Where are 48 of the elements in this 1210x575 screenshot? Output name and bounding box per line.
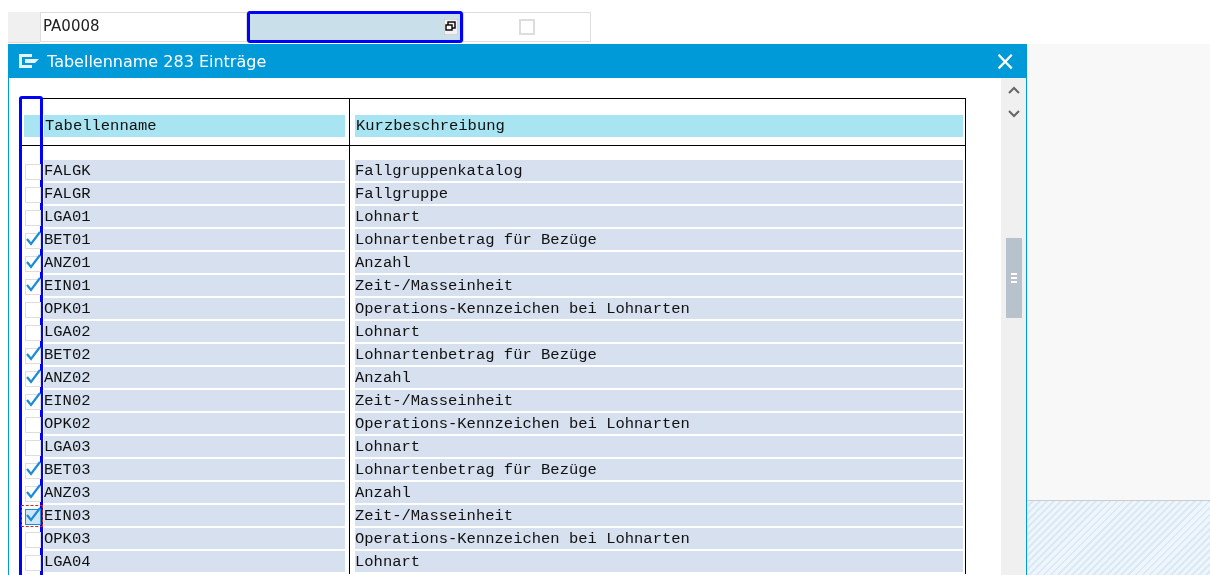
table-cell: LGA03 (44, 436, 345, 457)
table-cell: Zeit-/Masseinheit (355, 505, 963, 526)
table-cell: FALGR (44, 183, 345, 204)
table-cell: Fallgruppe (355, 183, 963, 204)
table-cell: ANZ01 (44, 252, 345, 273)
table-cell: Anzahl (355, 482, 963, 503)
table-cell: EIN01 (44, 275, 345, 296)
scroll-thumb[interactable] (1005, 238, 1022, 318)
table-cell: BET01 (44, 229, 345, 250)
table-cell: Lohnart (355, 206, 963, 227)
table-cell: Lohnartenbetrag für Bezüge (355, 344, 963, 365)
table-cell: Lohnartenbetrag für Bezüge (355, 229, 963, 250)
table-cell: Zeit-/Masseinheit (355, 390, 963, 411)
table-cell: Lohnart (355, 436, 963, 457)
table-cell: LGA04 (44, 551, 345, 572)
scrollbar[interactable] (1001, 78, 1026, 575)
column-header[interactable]: Tabellenname (44, 115, 345, 137)
table-cell: FALGK (44, 160, 345, 181)
table-cell: Operations-Kennzeichen bei Lohnarten (355, 413, 963, 434)
input-field[interactable]: PA0008 (40, 12, 247, 42)
input-field[interactable] (247, 11, 463, 43)
row-header-cell (8, 12, 40, 43)
table-cell: LGA02 (44, 321, 345, 342)
value-help-icon[interactable] (444, 19, 458, 35)
scroll-down-icon[interactable] (1007, 110, 1020, 118)
dialog-icon (19, 54, 39, 68)
dialog-title: Tabellenname 283 Einträge (47, 51, 267, 71)
table-cell: Operations-Kennzeichen bei Lohnarten (355, 298, 963, 319)
table-cell: Zeit-/Masseinheit (355, 275, 963, 296)
table-cell: Anzahl (355, 367, 963, 388)
table-cell: Lohnartenbetrag für Bezüge (355, 459, 963, 480)
table-cell: Lohnart (355, 321, 963, 342)
table-cell: ANZ02 (44, 367, 345, 388)
table-cell: Operations-Kennzeichen bei Lohnarten (355, 528, 963, 549)
column-header[interactable]: Kurzbeschreibung (355, 115, 963, 137)
scroll-up-icon[interactable] (1007, 86, 1020, 94)
table-cell: EIN02 (44, 390, 345, 411)
table-cell: Lohnart (355, 551, 963, 572)
table-cell: LGA01 (44, 206, 345, 227)
table-cell: OPK03 (44, 528, 345, 549)
table-cell: Anzahl (355, 252, 963, 273)
table-cell: BET02 (44, 344, 345, 365)
table-cell: EIN03 (44, 505, 345, 526)
table-cell: OPK02 (44, 413, 345, 434)
table-cell: OPK01 (44, 298, 345, 319)
table-cell: BET03 (44, 459, 345, 480)
table-cell: ANZ03 (44, 482, 345, 503)
table-cell: Fallgruppenkatalog (355, 160, 963, 181)
